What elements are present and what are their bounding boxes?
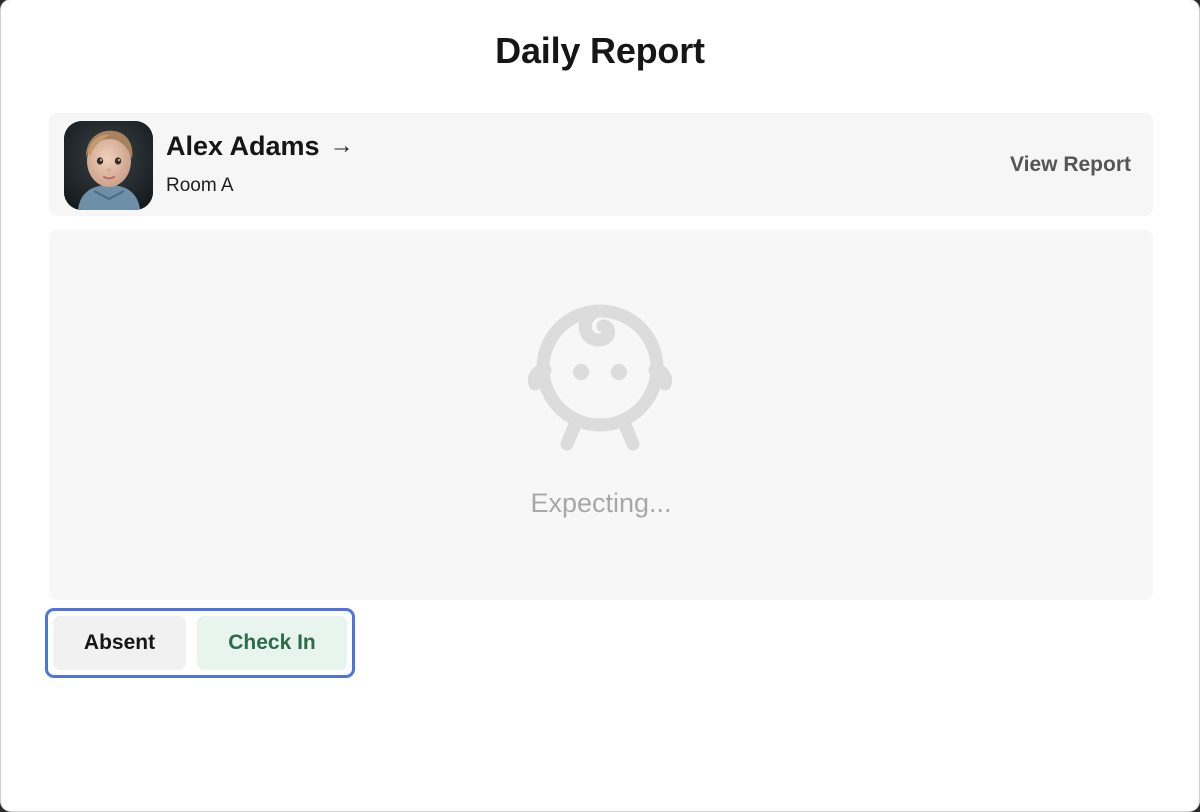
child-card: Alex Adams → Room A View Report — [49, 113, 1153, 216]
arrow-right-icon: → — [329, 131, 354, 159]
child-name-link[interactable]: Alex Adams → — [166, 131, 354, 162]
view-report-button[interactable]: View Report — [1010, 153, 1131, 177]
check-in-button[interactable]: Check In — [197, 616, 347, 670]
status-text: Expecting... — [530, 488, 672, 518]
child-avatar — [64, 121, 153, 210]
absent-button[interactable]: Absent — [53, 616, 186, 670]
child-photo-icon — [64, 121, 153, 210]
status-panel: Expecting... — [49, 230, 1153, 600]
modal-title: Daily Report — [495, 30, 705, 71]
daily-report-modal: Daily Report Alex Adams → Room A View Re… — [1, 0, 1199, 811]
child-room: Room A — [166, 175, 234, 196]
attendance-action-group: Absent Check In — [45, 608, 355, 678]
child-name: Alex Adams — [166, 131, 320, 161]
baby-icon — [528, 304, 672, 451]
